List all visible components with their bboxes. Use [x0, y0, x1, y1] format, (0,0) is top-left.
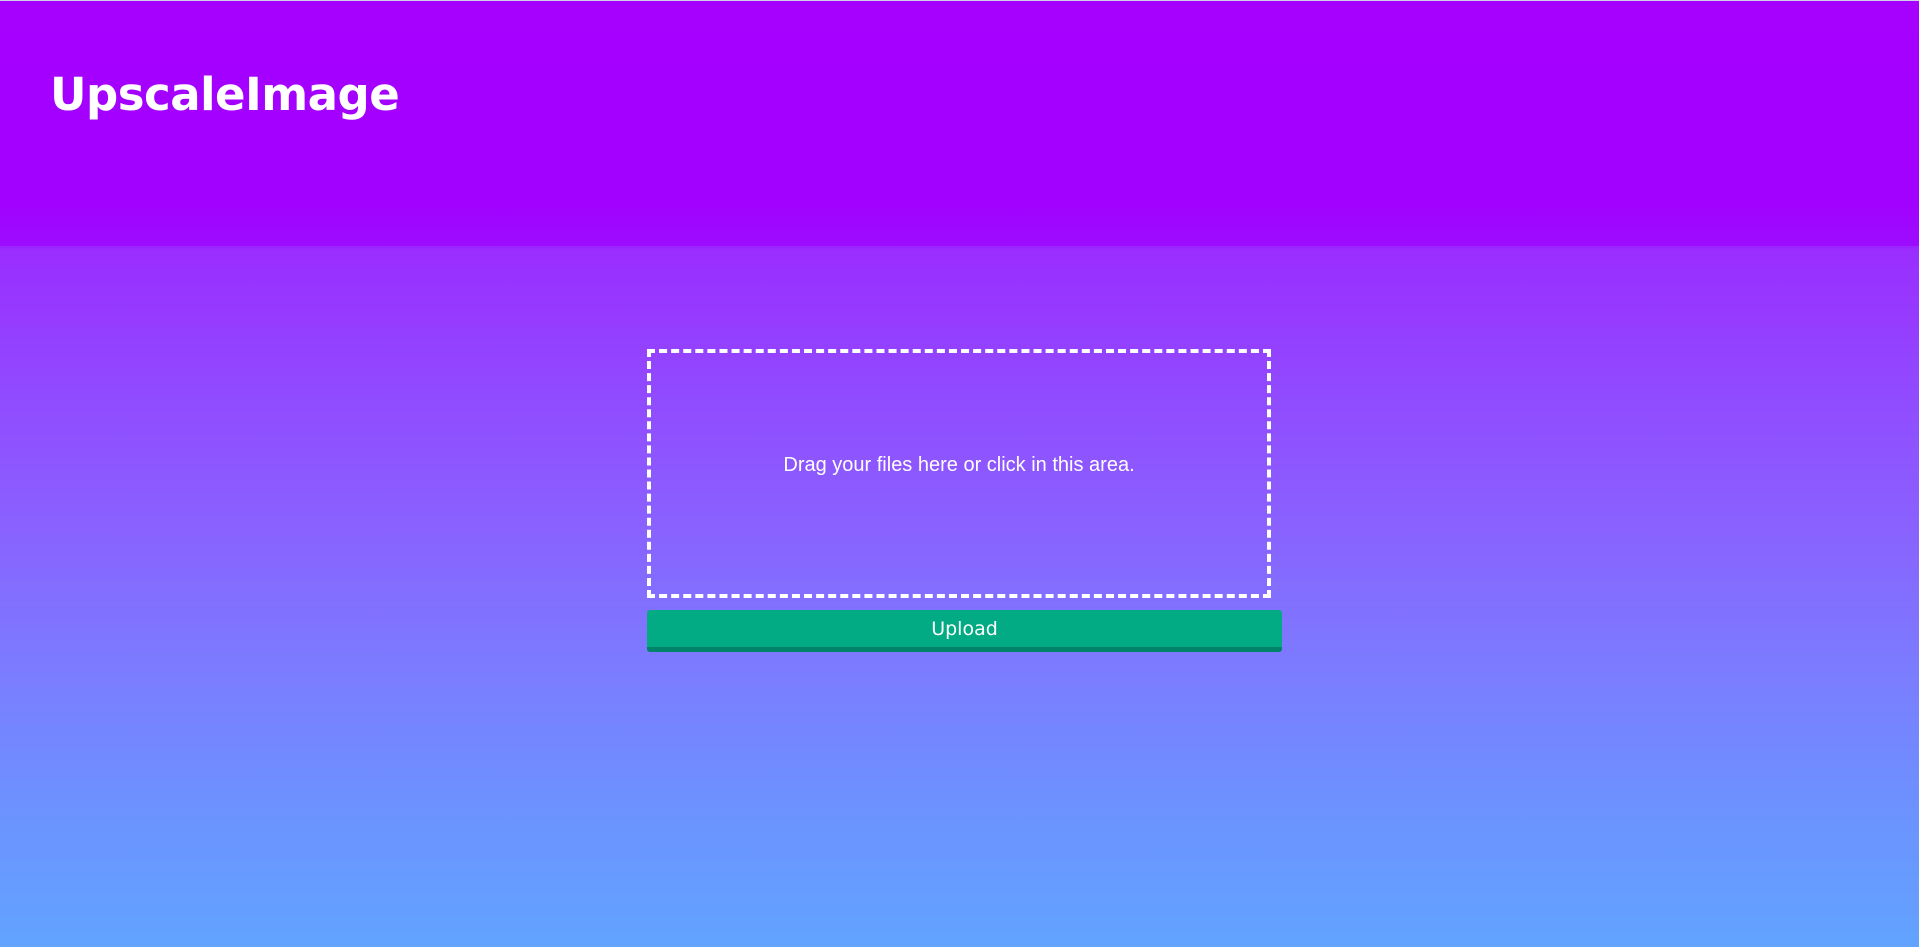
site-header: UpscaleImage	[0, 1, 1919, 246]
site-logo[interactable]: UpscaleImage	[50, 67, 400, 123]
upload-button[interactable]: Upload	[647, 610, 1282, 652]
file-dropzone[interactable]: Drag your files here or click in this ar…	[647, 349, 1271, 598]
dropzone-instructions: Drag your files here or click in this ar…	[783, 454, 1135, 476]
